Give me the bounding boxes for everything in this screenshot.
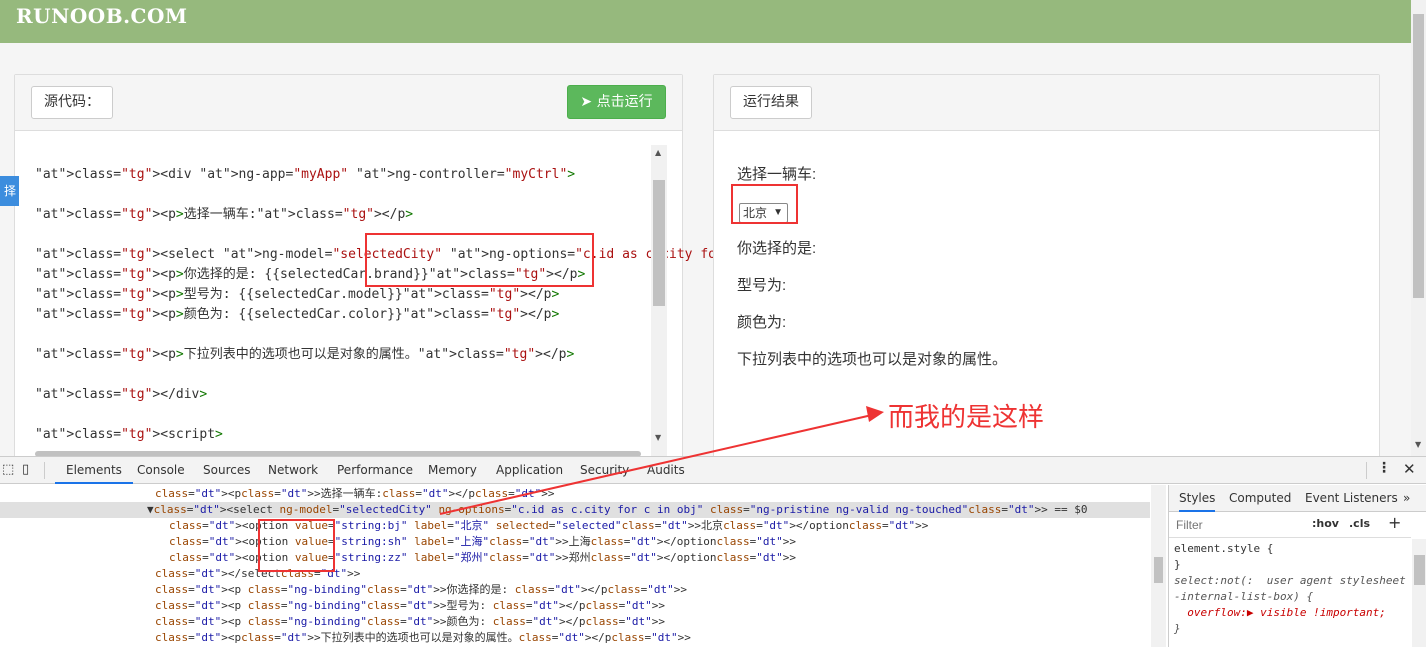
more-tabs-icon[interactable]: » (1403, 485, 1410, 512)
tab-audits[interactable]: Audits (647, 457, 685, 484)
tab-sources[interactable]: Sources (203, 457, 250, 484)
tab-network[interactable]: Network (268, 457, 318, 484)
close-icon[interactable]: ✕ (1403, 460, 1416, 478)
color-text: 颜色为: (737, 314, 787, 331)
run-button-label: 点击运行 (596, 94, 653, 110)
tab-memory[interactable]: Memory (428, 457, 477, 484)
page-scroll-down-icon[interactable]: ▼ (1415, 440, 1421, 449)
annotation-text: 而我的是这样 (888, 403, 1045, 433)
result-panel-header: 运行结果 (714, 75, 1379, 131)
style-rule-line: } (1174, 558, 1181, 571)
style-rule-line: -internal-list-box) { (1174, 590, 1314, 603)
tab-performance[interactable]: Performance (337, 457, 413, 484)
dom-node-line[interactable]: class="dt"><p class="ng-binding"class="d… (0, 582, 1150, 598)
devtools-panel: ⬚ ▯ Elements Console Sources Network Perform… (0, 456, 1426, 647)
side-tab[interactable]: 择 (0, 176, 19, 206)
highlight-box-select (731, 184, 798, 224)
send-icon: ➤ (580, 94, 593, 110)
dom-node-line[interactable]: class="dt"></selectclass="dt">> (0, 566, 1150, 582)
styles-scrollbar[interactable] (1412, 539, 1426, 647)
chosen-text: 你选择的是: (737, 240, 817, 257)
toolbar-divider (44, 462, 45, 479)
result-panel: 运行结果 选择一辆车: 北京 ▼ 你选择的是: 型号为: 颜色为: 下拉列表中的选… (713, 74, 1380, 474)
hov-toggle[interactable]: :hov (1312, 517, 1339, 530)
source-code-label: 源代码： (31, 86, 113, 119)
dom-node-line[interactable]: class="dt"><p class="ng-binding"class="d… (0, 614, 1150, 630)
result-label: 运行结果 (730, 86, 812, 119)
tab-console[interactable]: Console (137, 457, 185, 484)
page-scrollbar[interactable]: ▼ (1411, 0, 1426, 456)
styles-tabs: Styles Computed Event Listeners » (1169, 485, 1426, 512)
elements-tree[interactable]: class="dt"><pclass="dt">>选择一辆车:class="dt… (0, 485, 1166, 647)
elements-scrollbar[interactable] (1151, 485, 1166, 647)
note-text: 下拉列表中的选项也可以是对象的属性。 (737, 351, 1008, 368)
source-panel-header: 源代码： ➤ 点击运行 (15, 75, 682, 131)
toolbar-divider-right (1366, 462, 1367, 479)
site-header: RUNOOB.COM (0, 0, 1411, 43)
tab-styles[interactable]: Styles (1179, 485, 1216, 512)
styles-scroll-thumb[interactable] (1414, 555, 1425, 585)
dom-node-line[interactable]: class="dt"><option value="string:sh" lab… (0, 534, 1150, 550)
choose-car-text: 选择一辆车: (737, 166, 817, 183)
highlight-box-option-values (258, 519, 335, 572)
elements-scroll-thumb[interactable] (1154, 557, 1163, 583)
main-area: 源代码： ➤ 点击运行 "at">class="tg"><div "at">ng… (0, 43, 1411, 474)
devtools-toolbar: ⬚ ▯ Elements Console Sources Network Perform… (0, 457, 1426, 484)
dom-node-line[interactable]: class="dt"><pclass="dt">>下拉列表中的选项也可以是对象的… (0, 630, 1150, 646)
page-scroll-thumb[interactable] (1413, 14, 1424, 298)
tab-elements[interactable]: Elements (55, 457, 133, 484)
tab-event-listeners[interactable]: Event Listeners (1305, 485, 1398, 512)
dom-node-line[interactable]: class="dt"><pclass="dt">>选择一辆车:class="dt… (0, 486, 1150, 502)
dom-node-line[interactable]: class="dt"><option value="string:zz" lab… (0, 550, 1150, 566)
style-rule-line: element.style { (1174, 542, 1274, 555)
scroll-down-arrow-icon[interactable]: ▼ (655, 433, 661, 442)
dom-node-line[interactable]: ▼class="dt"><select ng-model="selectedCi… (0, 502, 1150, 518)
highlight-box-ng-options (365, 233, 594, 287)
dom-node-line[interactable]: class="dt"><option value="string:bj" lab… (0, 518, 1150, 534)
tab-application[interactable]: Application (496, 457, 563, 484)
cls-toggle[interactable]: .cls (1349, 517, 1370, 530)
run-button[interactable]: ➤ 点击运行 (567, 85, 666, 119)
model-text: 型号为: (737, 277, 787, 294)
code-vertical-scrollbar[interactable]: ▲ ▼ (651, 145, 667, 468)
site-logo[interactable]: RUNOOB.COM (16, 4, 188, 28)
styles-pane: Styles Computed Event Listeners » :hov .… (1168, 485, 1426, 647)
style-rule-line: select:not(: user agent stylesheet (1174, 574, 1406, 587)
tab-security[interactable]: Security (580, 457, 629, 484)
styles-filter-input[interactable] (1173, 515, 1299, 534)
dom-node-line[interactable]: class="dt"><p class="ng-binding"class="d… (0, 598, 1150, 614)
device-toggle-icon[interactable]: ▯ (22, 462, 29, 477)
inspect-cursor-icon[interactable]: ⬚ (2, 462, 14, 477)
scroll-up-arrow-icon[interactable]: ▲ (655, 148, 661, 157)
styles-filter-bar: :hov .cls + (1169, 512, 1411, 538)
more-menu-icon[interactable]: ⋮ (1377, 460, 1391, 476)
source-panel: 源代码： ➤ 点击运行 "at">class="tg"><div "at">ng… (14, 74, 990, 474)
add-rule-icon[interactable]: + (1388, 513, 1401, 532)
tab-computed[interactable]: Computed (1229, 485, 1291, 512)
code-scroll-thumb[interactable] (653, 180, 665, 306)
style-rule-line: overflow:▶ visible !important; (1174, 606, 1386, 619)
style-rule-line: } (1174, 622, 1181, 635)
